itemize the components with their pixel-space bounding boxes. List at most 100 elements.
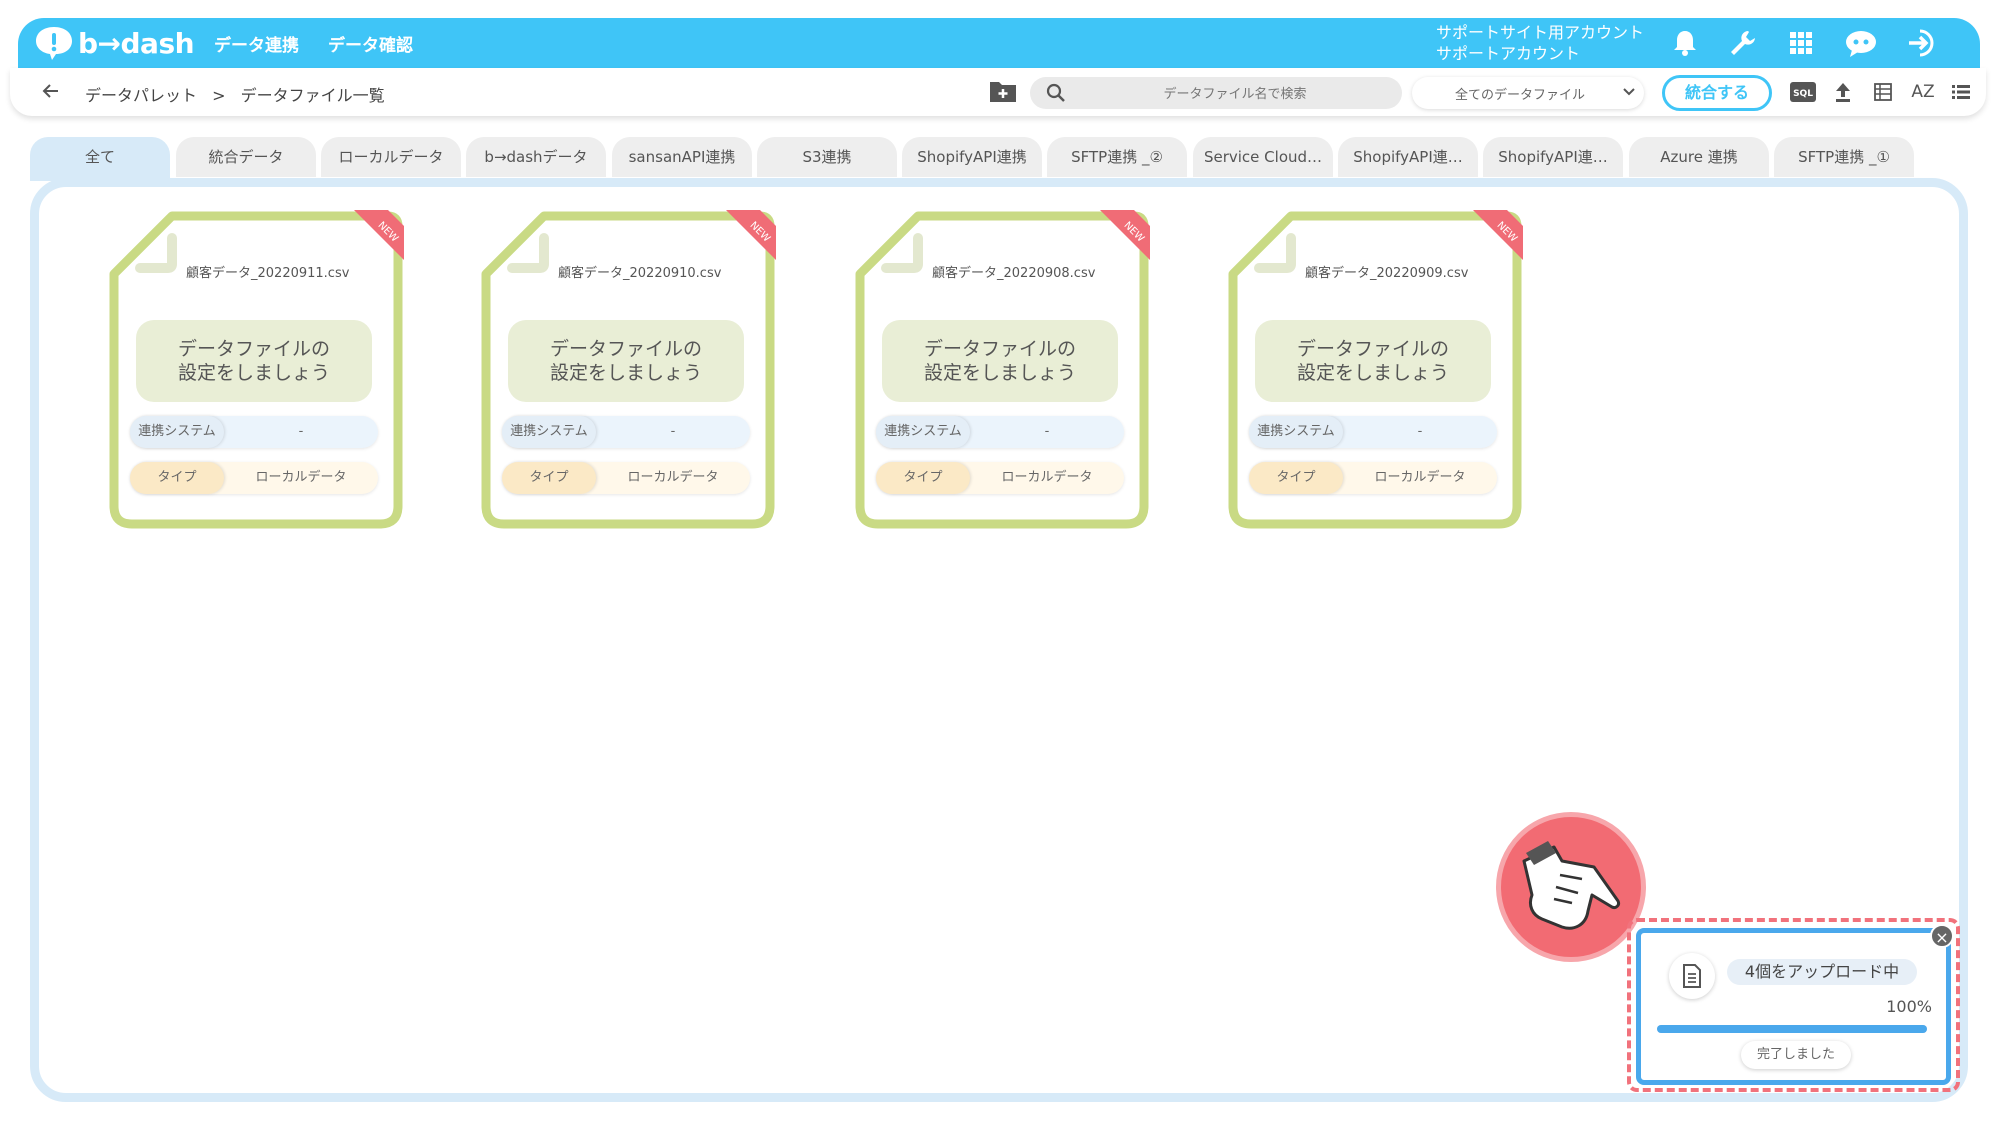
account-site-name: サポートサイト用アカウント — [1436, 23, 1645, 42]
new-badge: NEW — [1467, 210, 1523, 266]
setup-prompt-button[interactable]: データファイルの 設定をしましょう — [136, 320, 372, 402]
data-file-card[interactable]: NEW 顧客データ_20220909.csv データファイルの 設定をしましょう… — [1227, 210, 1523, 530]
type-field: タイプ ローカルデータ — [876, 462, 1124, 494]
close-icon[interactable]: × — [1930, 924, 1954, 948]
system-value: - — [1417, 424, 1423, 439]
tab-local-data[interactable]: ローカルデータ — [321, 137, 461, 177]
type-value: ローカルデータ — [255, 470, 347, 485]
card-filename: 顧客データ_20220911.csv — [186, 266, 350, 281]
search-box — [1030, 77, 1402, 109]
card-filename: 顧客データ_20220908.csv — [932, 266, 1096, 281]
logo[interactable]: b→dash — [34, 22, 195, 64]
system-field: 連携システム - — [1249, 416, 1497, 448]
setup-prompt-button[interactable]: データファイルの 設定をしましょう — [1255, 320, 1491, 402]
type-field: タイプ ローカルデータ — [130, 462, 378, 494]
add-folder-icon[interactable] — [988, 78, 1018, 106]
upload-status-text: 4個をアップロード中 — [1727, 959, 1917, 985]
search-input[interactable] — [1074, 81, 1396, 107]
system-label: 連携システム — [130, 416, 224, 448]
type-field: タイプ ローカルデータ — [502, 462, 750, 494]
card-filename: 顧客データ_20220909.csv — [1305, 266, 1469, 281]
merge-button[interactable]: 統合する — [1662, 75, 1772, 111]
top-nav-bar: b→dash データ連携 データ確認 サポートサイト用アカウント サポートアカウ… — [18, 18, 1980, 68]
sort-az-icon[interactable]: AZ — [1908, 80, 1938, 104]
setup-prompt-line1: データファイルの — [1296, 338, 1449, 360]
table-view-icon[interactable] — [1870, 80, 1896, 104]
system-label: 連携システム — [1249, 416, 1343, 448]
tab-shopify-api-3[interactable]: ShopifyAPI連… — [1483, 137, 1623, 177]
setup-prompt-line1: データファイルの — [549, 338, 702, 360]
nav-data-integration[interactable]: データ連携 — [214, 31, 299, 56]
system-field: 連携システム - — [502, 416, 750, 448]
account-user-name: サポートアカウント — [1436, 44, 1581, 63]
tab-sftp-1[interactable]: SFTP連携 _① — [1774, 137, 1914, 177]
breadcrumb-separator: > — [212, 86, 226, 105]
upload-progress-popup: 4個をアップロード中 100% 完了しました — [1636, 928, 1951, 1085]
chevron-down-icon — [1614, 85, 1644, 101]
tab-shopify-api[interactable]: ShopifyAPI連携 — [902, 137, 1042, 177]
data-file-card[interactable]: NEW 顧客データ_20220910.csv データファイルの 設定をしましょう… — [480, 210, 776, 530]
type-label: タイプ — [876, 462, 970, 494]
setup-prompt-button[interactable]: データファイルの 設定をしましょう — [882, 320, 1118, 402]
sub-toolbar: データパレット > データファイル一覧 全てのデータファイル 統合する SQL … — [10, 68, 1986, 116]
logout-icon[interactable] — [1906, 26, 1940, 60]
type-value: ローカルデータ — [627, 470, 719, 485]
pointer-hand-icon — [1496, 812, 1646, 962]
list-view-icon[interactable] — [1948, 80, 1974, 104]
setup-prompt-line2: 設定をしましょう — [549, 362, 702, 384]
tab-sansan-api[interactable]: sansanAPI連携 — [612, 137, 752, 177]
system-value: - — [1044, 424, 1050, 439]
sql-icon[interactable]: SQL — [1788, 80, 1818, 104]
tab-azure[interactable]: Azure 連携 — [1629, 137, 1769, 177]
system-label: 連携システム — [502, 416, 596, 448]
upload-percent: 100% — [1886, 997, 1932, 1016]
data-file-card[interactable]: NEW 顧客データ_20220908.csv データファイルの 設定をしましょう… — [854, 210, 1150, 530]
type-label: タイプ — [502, 462, 596, 494]
nav-data-check[interactable]: データ確認 — [328, 31, 413, 56]
tab-s3[interactable]: S3連携 — [757, 137, 897, 177]
apps-grid-icon[interactable] — [1784, 26, 1818, 60]
bell-icon[interactable] — [1668, 26, 1702, 60]
system-label: 連携システム — [876, 416, 970, 448]
setup-prompt-button[interactable]: データファイルの 設定をしましょう — [508, 320, 744, 402]
setup-prompt-line2: 設定をしましょう — [177, 362, 330, 384]
new-badge: NEW — [348, 210, 404, 266]
upload-progress-bar — [1657, 1025, 1927, 1033]
document-icon — [1669, 953, 1715, 999]
upload-complete-button[interactable]: 完了しました — [1741, 1041, 1851, 1069]
type-field: タイプ ローカルデータ — [1249, 462, 1497, 494]
tab-merged-data[interactable]: 統合データ — [176, 137, 316, 177]
upload-icon[interactable] — [1830, 80, 1856, 104]
system-value: - — [670, 424, 676, 439]
chat-robot-icon[interactable] — [1844, 26, 1878, 60]
tab-service-cloud[interactable]: Service Cloud… — [1193, 137, 1333, 177]
logo-text: b→dash — [78, 26, 195, 60]
tab-all[interactable]: 全て — [30, 137, 170, 181]
type-value: ローカルデータ — [1374, 470, 1466, 485]
breadcrumb-data-palette[interactable]: データパレット — [85, 86, 197, 105]
wrench-icon[interactable] — [1726, 26, 1760, 60]
tab-sftp-2[interactable]: SFTP連携 _② — [1047, 137, 1187, 177]
tab-bdash-data[interactable]: b→dashデータ — [466, 137, 606, 177]
breadcrumb-current: データファイル一覧 — [240, 86, 385, 105]
setup-prompt-line1: データファイルの — [177, 338, 330, 360]
file-filter-value: 全てのデータファイル — [1454, 87, 1585, 103]
system-value: - — [298, 424, 304, 439]
breadcrumb: データパレット > データファイル一覧 — [85, 82, 385, 106]
new-badge: NEW — [720, 210, 776, 266]
data-file-card[interactable]: NEW 顧客データ_20220911.csv データファイルの 設定をしましょう… — [108, 210, 404, 530]
new-badge: NEW — [1094, 210, 1150, 266]
search-icon — [1046, 83, 1066, 107]
type-label: タイプ — [1249, 462, 1343, 494]
type-label: タイプ — [130, 462, 224, 494]
type-value: ローカルデータ — [1001, 470, 1093, 485]
account-info[interactable]: サポートサイト用アカウント サポートアカウント — [1436, 22, 1644, 64]
upload-progress-fill — [1657, 1025, 1927, 1033]
file-filter-select[interactable]: 全てのデータファイル — [1412, 77, 1644, 109]
tab-shopify-api-2[interactable]: ShopifyAPI連… — [1338, 137, 1478, 177]
setup-prompt-line2: 設定をしましょう — [1296, 362, 1449, 384]
back-arrow-icon[interactable] — [38, 78, 64, 104]
logo-mark-icon — [36, 27, 72, 60]
system-field: 連携システム - — [876, 416, 1124, 448]
setup-prompt-line1: データファイルの — [923, 338, 1076, 360]
